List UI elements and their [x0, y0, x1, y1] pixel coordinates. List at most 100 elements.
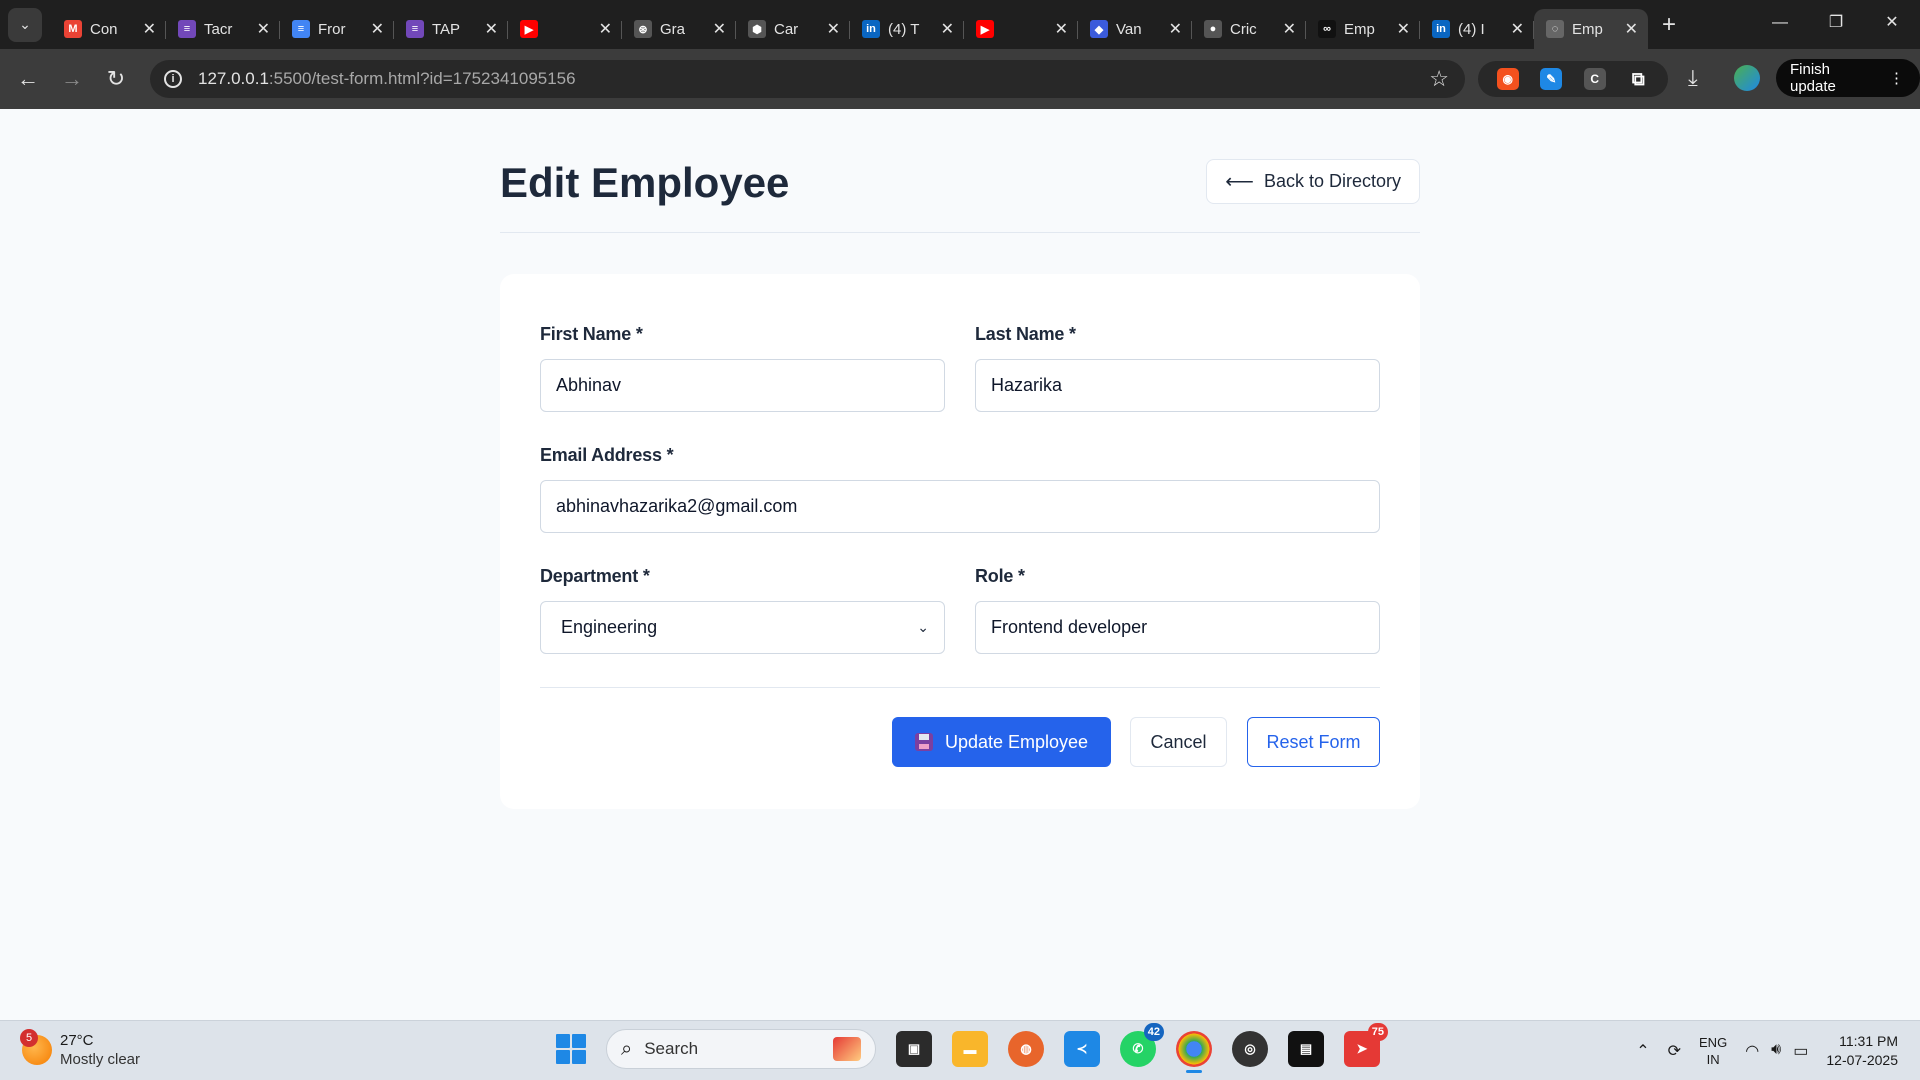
- browser-tab[interactable]: ⬢ Car ✕: [736, 9, 850, 49]
- taskbar-clock[interactable]: 11:31 PM 12-07-2025: [1826, 1032, 1898, 1070]
- department-select[interactable]: Engineering ⌄: [540, 601, 945, 654]
- close-tab-icon[interactable]: ✕: [371, 19, 384, 39]
- more-vert-icon: ⋮: [1889, 70, 1904, 87]
- obs-icon[interactable]: ◎: [1232, 1031, 1268, 1067]
- close-tab-icon[interactable]: ✕: [257, 19, 270, 39]
- search-highlight-icon: [833, 1037, 861, 1061]
- whatsapp-icon[interactable]: ✆ 42: [1120, 1023, 1164, 1067]
- first-name-input[interactable]: Abhinav: [540, 359, 945, 412]
- close-tab-icon[interactable]: ✕: [1169, 19, 1182, 39]
- form-divider: [540, 687, 1380, 688]
- browser-tab[interactable]: ◆ Van ✕: [1078, 9, 1192, 49]
- download-icon[interactable]: ⤓: [1688, 65, 1698, 91]
- close-tab-icon[interactable]: ✕: [713, 19, 726, 39]
- browser-tab[interactable]: ∞ Emp ✕: [1306, 9, 1420, 49]
- back-icon[interactable]: ←: [6, 66, 50, 92]
- role-label: Role *: [975, 566, 1025, 586]
- url-path: :5500/test-form.html?id=1752341095156: [268, 69, 576, 88]
- update-employee-button[interactable]: Update Employee: [892, 717, 1111, 767]
- url-text[interactable]: 127.0.0.1:5500/test-form.html?id=1752341…: [198, 69, 576, 89]
- app-box-icon[interactable]: ▤: [1288, 1031, 1324, 1067]
- wifi-icon[interactable]: ◠: [1745, 1041, 1759, 1061]
- language-indicator[interactable]: ENG IN: [1699, 1034, 1727, 1068]
- back-to-directory-button[interactable]: ⟵ Back to Directory: [1206, 159, 1420, 204]
- browser-tab[interactable]: in (4) I ✕: [1420, 9, 1534, 49]
- firefox-icon[interactable]: ◍: [1008, 1031, 1044, 1067]
- forward-icon[interactable]: →: [50, 66, 94, 92]
- volume-icon[interactable]: 🔊︎: [1771, 1041, 1781, 1061]
- browser-tab[interactable]: ◌ Emp ✕: [1534, 9, 1648, 49]
- close-tab-icon[interactable]: ✕: [1055, 19, 1068, 39]
- file-explorer-icon[interactable]: ▬: [952, 1031, 988, 1067]
- email-input[interactable]: abhinavhazarika2@gmail.com: [540, 480, 1380, 533]
- page-viewport: Edit Employee ⟵ Back to Directory First …: [0, 109, 1920, 1020]
- browser-toolbar: ← → ↻ i 127.0.0.1:5500/test-form.html?id…: [0, 49, 1920, 109]
- browser-tab[interactable]: M Con ✕: [52, 9, 166, 49]
- bookmark-star-icon[interactable]: ☆: [1429, 66, 1449, 92]
- profile-avatar[interactable]: [1734, 65, 1760, 91]
- region-code: IN: [1706, 1052, 1720, 1067]
- tab-title: (4) I: [1458, 20, 1485, 38]
- address-bar[interactable]: i 127.0.0.1:5500/test-form.html?id=17523…: [150, 60, 1465, 98]
- arrow-left-icon: ⟵: [1225, 171, 1254, 193]
- tab-title: Cric: [1230, 20, 1257, 38]
- tab-title: Van: [1116, 20, 1142, 38]
- email-label: Email Address *: [540, 445, 674, 465]
- extension-icon[interactable]: ◉: [1496, 68, 1519, 90]
- taskbar-search-placeholder: Search: [644, 1039, 699, 1058]
- chrome-icon[interactable]: [1176, 1031, 1212, 1073]
- tab-title: (4) T: [888, 20, 920, 38]
- browser-tab[interactable]: ≡ Fror ✕: [280, 9, 394, 49]
- url-host: 127.0.0.1: [198, 69, 269, 88]
- browser-tab[interactable]: ● Cric ✕: [1192, 9, 1306, 49]
- browser-tab[interactable]: ≡ Tacr ✕: [166, 9, 280, 49]
- finish-update-button[interactable]: Finish update ⋮: [1776, 59, 1920, 97]
- extension-icon[interactable]: ✎: [1540, 68, 1563, 90]
- new-tab-button[interactable]: +: [1662, 11, 1676, 39]
- language-code: ENG: [1699, 1035, 1728, 1050]
- close-tab-icon[interactable]: ✕: [1511, 19, 1524, 39]
- close-tab-icon[interactable]: ✕: [827, 19, 840, 39]
- browser-tab[interactable]: ⊛ Gra ✕: [622, 9, 736, 49]
- page-header: Edit Employee ⟵ Back to Directory: [500, 159, 1420, 233]
- browser-tab[interactable]: ▶ ✕: [964, 9, 1078, 49]
- close-tab-icon[interactable]: ✕: [1283, 19, 1296, 39]
- browser-tab[interactable]: in (4) T ✕: [850, 9, 964, 49]
- close-tab-icon[interactable]: ✕: [941, 19, 954, 39]
- floppy-disk-icon: [914, 733, 933, 751]
- browser-tab[interactable]: ≡ TAP ✕: [394, 9, 508, 49]
- last-name-input[interactable]: Hazarika: [975, 359, 1380, 412]
- taskbar-search[interactable]: ⌕ Search: [606, 1029, 876, 1069]
- extensions-area: ◉ ✎ C ⧉: [1478, 61, 1668, 97]
- weather-widget[interactable]: 5 27°C Mostly clear: [20, 1029, 140, 1069]
- cancel-button[interactable]: Cancel: [1130, 717, 1227, 767]
- minimize-icon[interactable]: —: [1752, 0, 1808, 49]
- site-info-icon[interactable]: i: [164, 70, 182, 88]
- reload-icon[interactable]: ↻: [94, 66, 138, 92]
- tab-search-button[interactable]: ⌄: [8, 7, 42, 42]
- chevron-up-icon[interactable]: ⌃: [1636, 1041, 1649, 1061]
- sync-icon[interactable]: ⟳: [1668, 1041, 1681, 1061]
- browser-tab-strip: ⌄ M Con ✕ ≡ Tacr ✕ ≡ Fror ✕ ≡ TAP ✕ ▶ ✕ ⊛ Gra ✕ ⬢ Car ✕ in (4…: [0, 0, 1920, 49]
- close-tab-icon[interactable]: ✕: [1397, 19, 1410, 39]
- update-button-label: Update Employee: [944, 731, 1089, 752]
- browser-tab[interactable]: ▶ ✕: [508, 9, 622, 49]
- clock-time: 11:31 PM: [1839, 1033, 1898, 1049]
- close-tab-icon[interactable]: ✕: [143, 19, 156, 39]
- close-window-icon[interactable]: ✕: [1864, 0, 1920, 49]
- task-view-icon[interactable]: ▣: [896, 1031, 932, 1067]
- telegram-icon[interactable]: ➤ 75: [1344, 1023, 1388, 1067]
- battery-icon[interactable]: ▭: [1793, 1041, 1808, 1061]
- weather-moon-icon: 5: [20, 1029, 52, 1065]
- close-tab-icon[interactable]: ✕: [485, 19, 498, 39]
- windows-start-icon[interactable]: [556, 1034, 586, 1064]
- close-tab-icon[interactable]: ✕: [1625, 19, 1638, 39]
- role-input[interactable]: Frontend developer: [975, 601, 1380, 654]
- puzzle-icon[interactable]: ⧉: [1627, 68, 1649, 90]
- linkedin-icon: in: [1432, 20, 1450, 38]
- extension-icon[interactable]: C: [1583, 68, 1606, 90]
- close-tab-icon[interactable]: ✕: [599, 19, 612, 39]
- vscode-icon[interactable]: ≺: [1064, 1031, 1100, 1067]
- restore-icon[interactable]: ❐: [1808, 0, 1864, 49]
- reset-form-button[interactable]: Reset Form: [1247, 717, 1380, 767]
